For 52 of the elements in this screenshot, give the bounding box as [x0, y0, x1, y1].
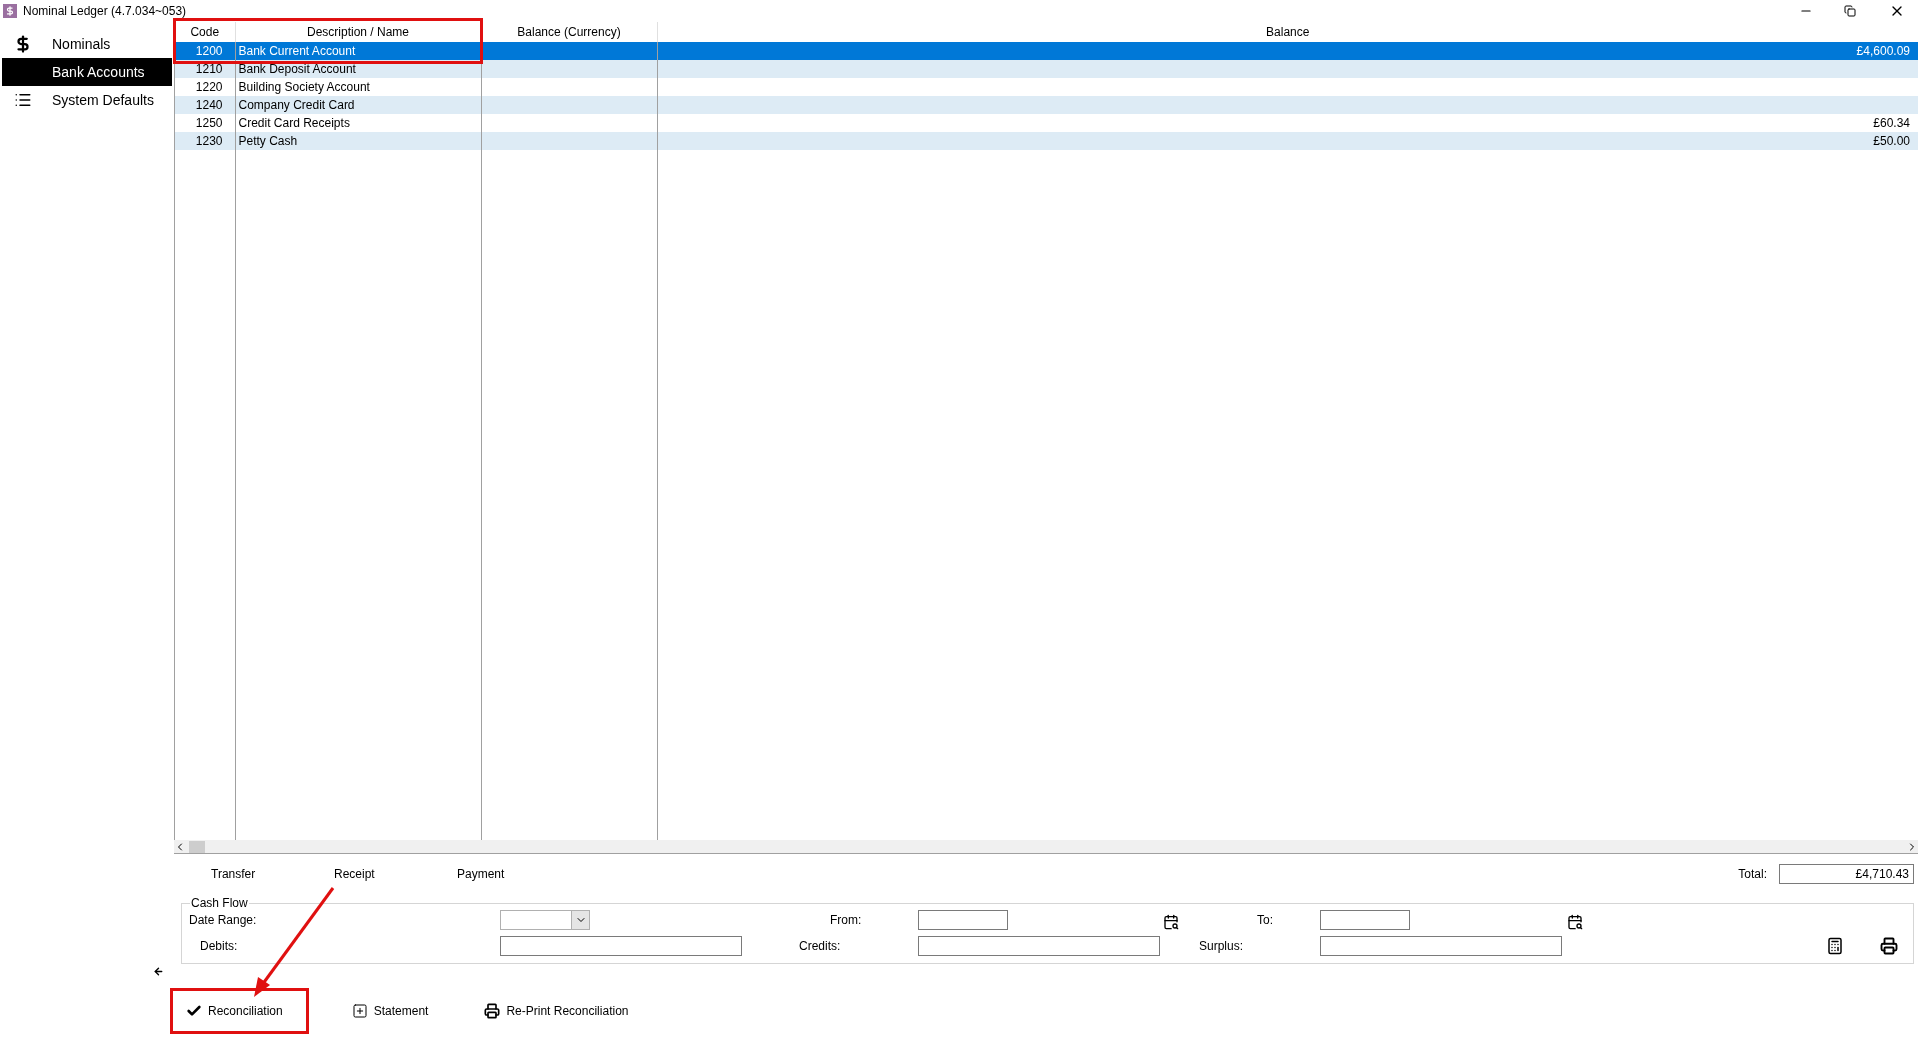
- table-cell: Bank Current Account: [235, 42, 481, 60]
- calendar-icon[interactable]: [1567, 914, 1583, 930]
- app-logo-icon: [3, 4, 17, 18]
- column-header[interactable]: Balance: [657, 22, 1918, 42]
- calendar-icon[interactable]: [1163, 914, 1179, 930]
- date-range-dropdown[interactable]: [500, 910, 590, 930]
- field-label: From:: [830, 912, 863, 929]
- sidebar-item[interactable]: Nominals: [2, 30, 172, 58]
- field-label: Credits:: [799, 938, 842, 955]
- group-title: Cash Flow: [190, 895, 249, 912]
- table-cell: Company Credit Card: [235, 96, 481, 114]
- sidebar-item[interactable]: System Defaults: [2, 86, 172, 114]
- table-cell: Building Society Account: [235, 78, 481, 96]
- table-cell: £50.00: [657, 132, 1918, 150]
- table-cell: 1230: [175, 132, 235, 150]
- action-link[interactable]: Payment: [457, 865, 580, 883]
- table-cell: £60.34: [657, 114, 1918, 132]
- table-cell: 1240: [175, 96, 235, 114]
- calculator-icon[interactable]: [1826, 937, 1844, 955]
- table-cell: £4,600.09: [657, 42, 1918, 60]
- field-label: To:: [1257, 912, 1274, 929]
- restore-icon: [1844, 5, 1856, 17]
- printer-icon: [484, 1003, 501, 1019]
- table-cell: 1200: [175, 42, 235, 60]
- from-date-field[interactable]: [918, 910, 1008, 930]
- dollar-icon: [14, 35, 32, 53]
- field-label: Debits:: [199, 938, 239, 955]
- surplus-field[interactable]: [1320, 936, 1562, 956]
- action-link[interactable]: Transfer: [211, 865, 334, 883]
- total-field[interactable]: £4,710.43: [1779, 864, 1914, 884]
- table-cell: Petty Cash: [235, 132, 481, 150]
- field-label: Surplus:: [1199, 938, 1245, 955]
- printer-icon[interactable]: [1880, 937, 1898, 955]
- table-cell: Credit Card Receipts: [235, 114, 481, 132]
- table-cell: 1220: [175, 78, 235, 96]
- sidebar-item[interactable]: Bank Accounts: [2, 58, 172, 86]
- scrollbar-thumb[interactable]: [189, 840, 205, 853]
- window-title: Nominal Ledger (4.7.034~053): [23, 3, 187, 20]
- to-date-field[interactable]: [1320, 910, 1410, 930]
- toolbar-button[interactable]: Statement: [338, 991, 442, 1031]
- credits-field[interactable]: [918, 936, 1160, 956]
- toolbar-button[interactable]: Reconciliation: [173, 991, 296, 1031]
- field-label: Date Range:: [189, 912, 258, 929]
- back-arrow-icon[interactable]: [153, 965, 164, 977]
- plus-icon: [351, 1003, 368, 1019]
- toolbar-button[interactable]: Re-Print Reconciliation: [471, 991, 642, 1031]
- check-icon: [186, 1003, 202, 1019]
- debits-field[interactable]: [500, 936, 742, 956]
- total-label: Total:: [1738, 866, 1767, 883]
- table-cell: 1250: [175, 114, 235, 132]
- list-icon: [14, 91, 32, 109]
- action-link[interactable]: Receipt: [334, 865, 457, 883]
